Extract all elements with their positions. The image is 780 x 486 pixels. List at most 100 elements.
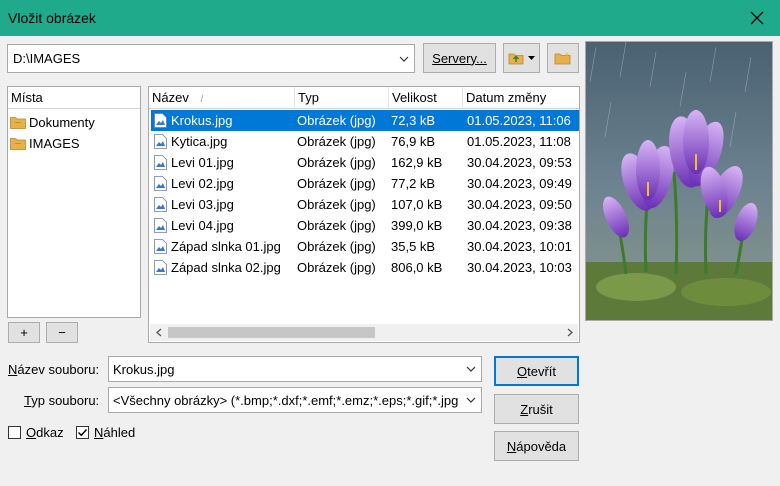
places-header: Místa: [8, 87, 140, 109]
path-combobox[interactable]: D:\IMAGES: [7, 44, 415, 73]
column-size-label: Velikost: [392, 90, 437, 105]
close-icon: [750, 11, 764, 25]
help-mnemonic: N: [506, 438, 517, 454]
open-text: tevřít: [527, 363, 557, 379]
insert-image-dialog: Vložit obrázek D:\IMAGES Servery... Míst…: [0, 0, 780, 486]
path-value: D:\IMAGES: [13, 51, 81, 66]
file-name-cell: Kytica.jpg: [171, 134, 228, 149]
horizontal-scrollbar[interactable]: [150, 324, 578, 341]
image-file-icon: [154, 260, 167, 275]
cancel-mnemonic: Z: [520, 401, 529, 417]
file-type-cell: Obrázek (jpg): [297, 113, 376, 128]
filename-combobox[interactable]: Krokus.jpg: [108, 356, 482, 382]
place-item-dokumenty[interactable]: Dokumenty: [10, 112, 95, 132]
open-button-label: Otevřít: [517, 364, 556, 379]
filetype-combobox[interactable]: <Všechny obrázky> (*.bmp;*.dxf;*.emf;*.e…: [108, 387, 482, 413]
column-header-type[interactable]: Typ: [295, 87, 389, 109]
open-button[interactable]: Otevřít: [494, 356, 579, 386]
close-button[interactable]: [734, 0, 780, 36]
add-place-label: +: [20, 325, 28, 340]
filetype-dropdown-button[interactable]: [461, 388, 481, 412]
filename-dropdown-button[interactable]: [461, 357, 481, 381]
file-name-cell: Levi 03.jpg: [171, 197, 234, 212]
filename-label: Název souboru:: [8, 362, 99, 377]
file-type-cell: Obrázek (jpg): [297, 134, 376, 149]
up-level-button[interactable]: [503, 43, 540, 73]
file-name-cell: Levi 02.jpg: [171, 176, 234, 191]
link-checkbox-label: Odkaz: [26, 425, 64, 440]
help-button[interactable]: Nápověda: [494, 431, 579, 461]
image-file-icon: [154, 218, 167, 233]
place-item-images[interactable]: IMAGES: [10, 133, 80, 153]
preview-checkbox[interactable]: Náhled: [76, 425, 135, 440]
file-name-cell: Západ slnka 02.jpg: [171, 260, 281, 275]
column-header-date[interactable]: Datum změny: [463, 87, 579, 109]
preview-checkbox-label: Náhled: [94, 425, 135, 440]
file-type-cell: Obrázek (jpg): [297, 176, 376, 191]
file-size-cell: 107,0 kB: [391, 197, 443, 212]
file-type-cell: Obrázek (jpg): [297, 260, 376, 275]
file-list-panel: Název / Typ Velikost Datum změny Krokus.…: [148, 86, 580, 343]
file-row[interactable]: Krokus.jpg Obrázek (jpg) 72,3 kB 01.05.2023…: [151, 110, 579, 131]
checkmark-icon: [78, 429, 88, 437]
cancel-text: rušit: [528, 401, 553, 417]
place-label: IMAGES: [29, 135, 80, 151]
link-checkbox[interactable]: Odkaz: [8, 425, 64, 440]
new-folder-icon: [554, 52, 571, 65]
image-preview: [585, 41, 773, 321]
image-file-icon: [154, 113, 167, 128]
file-date-cell: 30.04.2023, 09:49: [467, 176, 572, 191]
preview-label-text: áhled: [103, 425, 136, 440]
new-folder-button[interactable]: [547, 43, 579, 73]
file-date-cell: 30.04.2023, 09:38: [467, 218, 572, 233]
image-file-icon: [154, 155, 167, 170]
scroll-left-button[interactable]: [150, 324, 167, 341]
file-type-cell: Obrázek (jpg): [297, 218, 376, 233]
servers-button[interactable]: Servery...: [423, 43, 496, 73]
file-row[interactable]: Levi 03.jpg Obrázek (jpg) 107,0 kB 30.04.20…: [151, 194, 579, 215]
path-dropdown-button[interactable]: [394, 45, 414, 72]
preview-checkbox-box[interactable]: [76, 426, 89, 439]
image-file-icon: [154, 239, 167, 254]
cancel-button-label: Zrušit: [520, 402, 553, 417]
servers-text: Servery...: [432, 50, 487, 66]
help-button-label: Nápověda: [507, 439, 566, 454]
filename-label-mnemonic: N: [8, 362, 18, 377]
file-row[interactable]: Kytica.jpg Obrázek (jpg) 76,9 kB 01.05.2023…: [151, 131, 579, 152]
file-row[interactable]: Levi 01.jpg Obrázek (jpg) 162,9 kB 30.04.20…: [151, 152, 579, 173]
help-text: ápověda: [516, 438, 567, 454]
filetype-value: <Všechny obrázky> (*.bmp;*.dxf;*.emf;*.e…: [113, 393, 459, 408]
title-bar: Vložit obrázek: [0, 0, 780, 36]
chevron-left-icon: [155, 328, 161, 337]
file-name-cell: Levi 01.jpg: [171, 155, 234, 170]
file-row[interactable]: Západ slnka 02.jpg Obrázek (jpg) 806,0 kB 3…: [151, 257, 579, 278]
column-header-name[interactable]: Název /: [149, 87, 295, 109]
remove-place-button[interactable]: −: [46, 322, 78, 343]
file-size-cell: 806,0 kB: [391, 260, 443, 275]
cancel-button[interactable]: Zrušit: [494, 394, 579, 424]
file-size-cell: 162,9 kB: [391, 155, 443, 170]
file-date-cell: 30.04.2023, 09:50: [467, 197, 572, 212]
link-label-mnemonic: O: [26, 425, 37, 440]
column-header-size[interactable]: Velikost: [389, 87, 463, 109]
file-row[interactable]: Levi 04.jpg Obrázek (jpg) 399,0 kB 30.04.20…: [151, 215, 579, 236]
file-date-cell: 30.04.2023, 09:53: [467, 155, 572, 170]
remove-place-label: −: [58, 325, 66, 340]
place-label: Dokumenty: [29, 114, 95, 130]
filetype-label-text: yp souboru:: [31, 393, 100, 408]
file-size-cell: 76,9 kB: [391, 134, 436, 149]
sort-indicator: /: [200, 94, 204, 105]
file-size-cell: 35,5 kB: [391, 239, 436, 254]
file-size-cell: 77,2 kB: [391, 176, 436, 191]
filename-label-text: ázev souboru:: [17, 362, 100, 377]
file-date-cell: 30.04.2023, 10:03: [467, 260, 572, 275]
chevron-right-icon: [567, 328, 573, 337]
folder-icon: [10, 137, 26, 150]
scrollbar-thumb[interactable]: [168, 327, 375, 338]
chevron-down-icon: [466, 397, 476, 403]
link-checkbox-box[interactable]: [8, 426, 21, 439]
file-row[interactable]: Levi 02.jpg Obrázek (jpg) 77,2 kB 30.04.202…: [151, 173, 579, 194]
add-place-button[interactable]: +: [8, 322, 40, 343]
scroll-right-button[interactable]: [561, 324, 578, 341]
file-row[interactable]: Západ slnka 01.jpg Obrázek (jpg) 35,5 kB 30…: [151, 236, 579, 257]
